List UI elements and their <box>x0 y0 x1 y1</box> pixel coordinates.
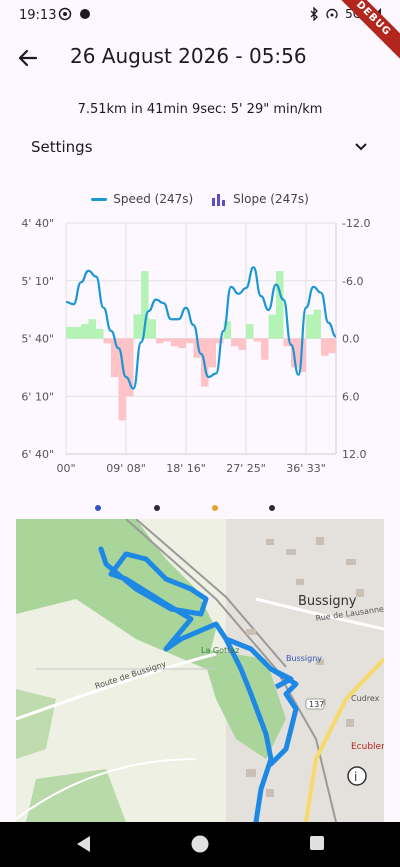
back-arrow-icon[interactable] <box>14 44 42 72</box>
legend-speed[interactable]: Speed (247s) <box>91 192 193 206</box>
run-summary: 7.51km in 41min 9sec: 5' 29" min/km <box>77 102 323 117</box>
slope-bar <box>163 338 171 342</box>
slope-bar <box>148 319 156 339</box>
bluetooth-icon <box>310 7 318 21</box>
right-tick-label: -12.0 <box>342 217 370 230</box>
right-tick-label: 0.0 <box>342 333 360 346</box>
left-tick-label: 6' 40" <box>21 448 54 461</box>
slope-bar <box>133 314 141 339</box>
right-tick-label: 6.0 <box>342 390 360 403</box>
x-tick-label: 09' 08" <box>106 462 146 475</box>
slope-bar <box>238 338 246 351</box>
slope-bar <box>253 338 261 342</box>
slope-bar <box>321 338 329 356</box>
left-tick-label: 4' 40" <box>21 217 54 230</box>
x-tick-label: 36' 33" <box>286 462 326 475</box>
slope-bar <box>306 314 314 339</box>
slope-bar <box>96 328 104 339</box>
slope-bar <box>156 338 164 344</box>
status-bar: 19:13 5G DEBUG <box>0 0 400 65</box>
settings-label: Settings <box>31 138 93 156</box>
page-indicator <box>95 505 275 511</box>
right-tick-label: -6.0 <box>342 275 363 288</box>
slope-bar <box>186 338 194 344</box>
legend-slope-label: Slope (247s) <box>233 192 309 206</box>
app-bar: 26 August 2026 - 05:56 <box>0 36 400 80</box>
slope-bar <box>111 338 119 377</box>
map-svg: Bussigny Rue de Lausanne Bussigny La Got… <box>16 519 384 822</box>
map-label-137: 137 <box>309 700 324 709</box>
map-label-bussigny: Bussigny <box>298 594 357 609</box>
map-label-route-de-bussigny: Route de Bussigny <box>94 659 168 691</box>
chart-svg: 4' 40" 5' 10" 5' 40" 6' 10" 6' 40" -12.0 -6.0 0… <box>21 217 370 475</box>
speed-line-icon <box>91 197 108 201</box>
slope-bar <box>81 324 89 339</box>
system-nav-bar <box>0 822 400 867</box>
slope-bar <box>66 326 74 339</box>
right-tick-label: 12.0 <box>342 448 367 461</box>
map-label-ecublens: Ecublen <box>351 742 384 752</box>
page-title: 26 August 2026 - 05:56 <box>70 44 307 68</box>
bar-chart-icon <box>212 193 226 206</box>
route-map[interactable]: Bussigny Rue de Lausanne Bussigny La Got… <box>16 519 384 822</box>
slope-bar <box>208 338 216 368</box>
svg-text:i: i <box>354 770 357 784</box>
x-tick-label: 27' 25" <box>226 462 266 475</box>
slope-bar <box>88 319 96 339</box>
left-tick-label: 6' 10" <box>21 390 54 403</box>
x-tick-label: 18' 16" <box>166 462 206 475</box>
nav-recents-icon[interactable] <box>308 834 326 852</box>
slope-bar <box>276 271 284 339</box>
settings-notification-icon <box>80 9 90 19</box>
slope-bar <box>231 338 239 347</box>
left-tick-label: 5' 10" <box>21 275 54 288</box>
nav-home-icon[interactable] <box>190 834 210 854</box>
chevron-down-icon <box>355 143 367 151</box>
x-tick-label: 00" <box>56 462 75 475</box>
legend-slope[interactable]: Slope (247s) <box>211 192 309 206</box>
slope-bar <box>73 326 81 339</box>
status-time: 19:13 <box>19 8 57 23</box>
slope-bar <box>171 338 179 347</box>
left-tick-label: 5' 40" <box>21 333 54 346</box>
slope-bar <box>328 338 336 353</box>
whatsapp-icon <box>58 7 72 21</box>
chart-legend: Speed (247s) Slope (247s) <box>0 192 400 206</box>
map-label-la-gottaz: La Gottaz <box>201 646 239 655</box>
speed-slope-chart: 4' 40" 5' 10" 5' 40" 6' 10" 6' 40" -12.0 -6.0 0… <box>0 214 400 484</box>
slope-bar <box>178 338 186 349</box>
slope-bar <box>246 324 254 339</box>
slope-bar <box>268 314 276 339</box>
map-label-bussigny-station: Bussigny <box>286 654 322 663</box>
legend-speed-label: Speed (247s) <box>113 192 194 206</box>
map-label-cudrex: Cudrex <box>351 694 380 703</box>
slope-bar <box>103 338 111 344</box>
slope-bar <box>261 338 269 360</box>
hotspot-icon <box>326 8 338 19</box>
slope-bar <box>313 309 321 339</box>
nav-back-icon[interactable] <box>74 834 92 854</box>
settings-expander[interactable]: Settings <box>16 128 384 166</box>
